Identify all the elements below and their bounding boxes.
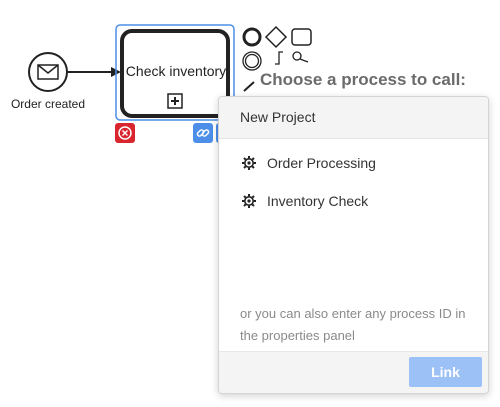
popup-footer: Link	[219, 351, 488, 393]
delete-button[interactable]	[115, 123, 135, 143]
start-event[interactable]	[28, 52, 68, 92]
project-header: New Project	[219, 97, 488, 139]
plus-box-icon	[167, 93, 183, 109]
process-label: Inventory Check	[267, 193, 369, 209]
task-icon[interactable]	[291, 28, 312, 46]
popup-title: Choose a process to call:	[260, 70, 466, 89]
link-button[interactable]: Link	[409, 357, 482, 387]
envelope-icon	[37, 64, 59, 80]
link-icon	[196, 129, 210, 137]
close-circle-icon	[118, 126, 132, 140]
gear-icon	[242, 194, 256, 208]
process-label: Order Processing	[267, 155, 376, 171]
change-type-icon[interactable]	[292, 51, 309, 63]
gear-icon	[242, 156, 256, 170]
end-event-icon[interactable]	[242, 27, 262, 47]
task-label: Check inventory	[125, 63, 227, 79]
text-annotation-icon[interactable]	[275, 51, 283, 65]
intermediate-event-icon[interactable]	[242, 51, 262, 71]
process-item-order-processing[interactable]: Order Processing	[219, 145, 488, 181]
call-process-popup: New Project Order Processing Inventory C…	[218, 96, 489, 394]
process-item-inventory-check[interactable]: Inventory Check	[219, 183, 488, 219]
gateway-icon[interactable]	[264, 25, 288, 49]
start-event-label: Order created	[10, 97, 86, 111]
sequence-flow[interactable]	[67, 67, 121, 77]
link-process-button[interactable]	[193, 123, 213, 143]
connect-icon[interactable]	[243, 81, 255, 92]
popup-hint: or you can also enter any process ID in …	[240, 306, 466, 343]
